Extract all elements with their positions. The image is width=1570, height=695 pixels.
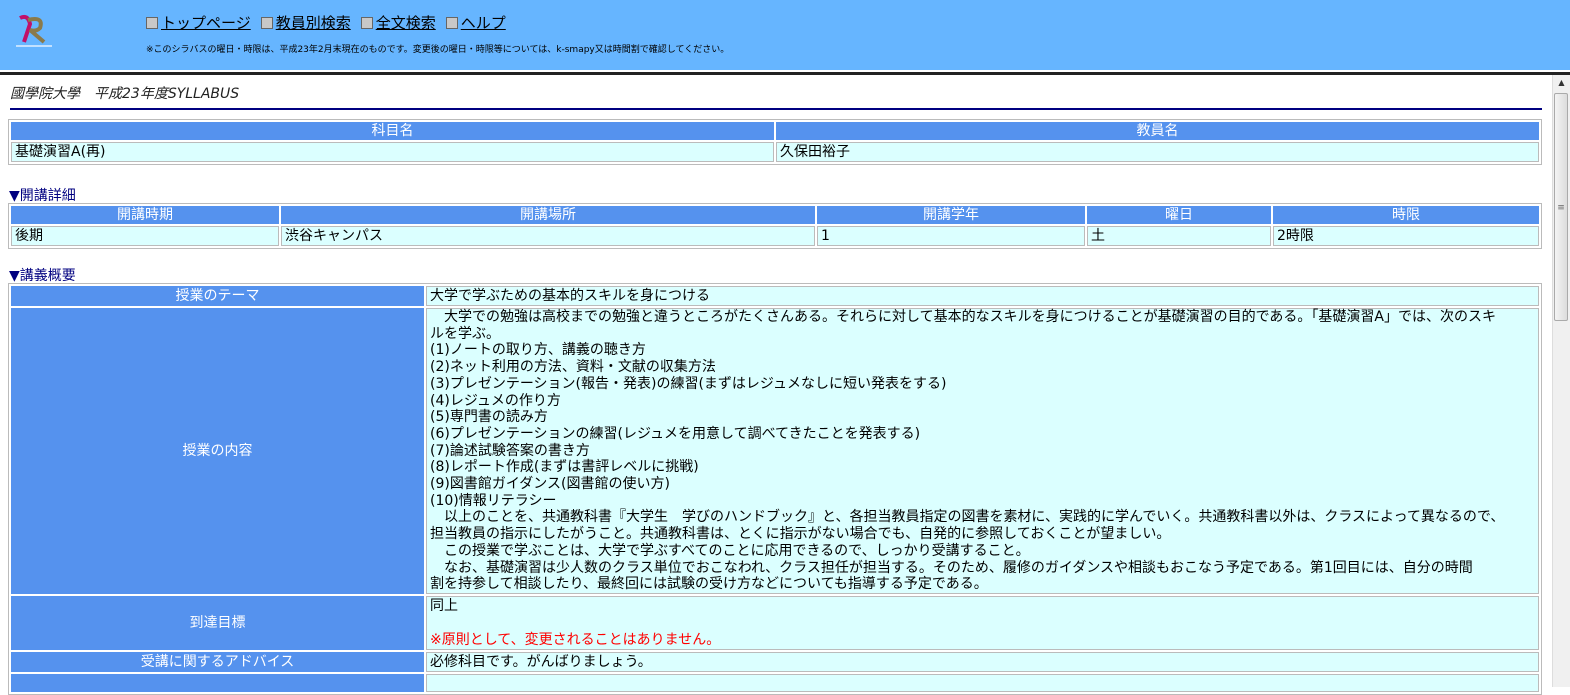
content-line: なお、基礎演習は少人数のクラス単位でおこなわれ、クラス担任が担当する。そのため、… <box>430 559 1473 576</box>
period-value: 2時限 <box>1273 226 1539 246</box>
header-campus: 開講場所 <box>281 206 815 224</box>
header-teacher-name: 教員名 <box>776 122 1539 140</box>
nav-fulltext-search[interactable]: 全文検索 <box>360 12 436 33</box>
course-table: 科目名 教員名 基礎演習A(再) 久保田裕子 <box>8 119 1542 165</box>
content-line: (6)プレゼンテーションの練習(レジュメを用意して調べてきたことを発表する) <box>430 425 921 442</box>
nav-teacher-search[interactable]: 教員別検索 <box>260 12 351 33</box>
content-line: ルを学ぶ。 <box>430 325 500 342</box>
campus-value: 渋谷キャンパス <box>281 226 815 246</box>
goal-text: 同上 <box>430 597 458 614</box>
content-line: (10)情報リテラシー <box>430 492 557 509</box>
header-note: ※このシラバスの曜日・時限は、平成23年2月末現在のものです。変更後の曜日・時限… <box>146 45 730 55</box>
theme-label: 授業のテーマ <box>11 286 424 306</box>
content-line: (8)レポート作成(まずは書評レベルに挑戦) <box>430 459 699 476</box>
nav-top-page[interactable]: トップページ <box>146 12 251 33</box>
content-line: (7)論述試験答案の書き方 <box>430 442 590 459</box>
advice-label: 受講に関するアドバイス <box>11 651 424 672</box>
content-line: (5)専門書の読み方 <box>430 409 548 426</box>
content-line: (3)プレゼンテーション(報告・発表)の練習(まずはレジュメなしに短い発表をする… <box>430 375 947 392</box>
square-bullet-icon <box>360 16 373 29</box>
square-bullet-icon <box>445 16 458 29</box>
square-bullet-icon <box>146 16 158 29</box>
content-value: 大学での勉強は高校までの勉強と違うところがたくさんある。それらに対して基本的なス… <box>426 308 1539 594</box>
content-line: 大学での勉強は高校までの勉強と違うところがたくさんある。それらに対して基本的なス… <box>430 309 1497 325</box>
section-details-heading[interactable]: ▼開講詳細 <box>9 185 76 205</box>
details-table: 開講時期 開講場所 開講学年 曜日 時限 後期 渋谷キャンパス 1 土 2時限 <box>8 203 1542 249</box>
site-header: トップページ 教員別検索 全文検索 ヘルプ ※このシラバスの曜日・時限は、平成2… <box>0 0 1570 70</box>
content-line: (2)ネット利用の方法、資料・文献の収集方法 <box>430 359 716 376</box>
goal-value: 同上 ※原則として、変更されることはありません。 <box>426 595 1539 650</box>
content-line: 割を持参して相談したり、最終回には試験の受け方などについても指導する予定である。 <box>430 576 988 593</box>
top-nav: トップページ 教員別検索 全文検索 ヘルプ <box>146 12 506 33</box>
theme-value: 大学で学ぶための基本的スキルを身につける <box>426 286 1539 306</box>
divider <box>10 108 1542 110</box>
scrollbar-thumb[interactable]: ≡ <box>1554 93 1568 321</box>
nav-label: トップページ <box>161 14 251 32</box>
nav-help[interactable]: ヘルプ <box>445 12 506 33</box>
overview-table: 授業のテーマ 大学で学ぶための基本的スキルを身につける 授業の内容 大学での勉強は… <box>8 283 1542 695</box>
next-row-label <box>11 673 424 692</box>
content-line: (1)ノートの取り方、講義の聴き方 <box>430 342 646 359</box>
header-day: 曜日 <box>1087 206 1271 224</box>
year-value: 1 <box>817 226 1085 246</box>
vertical-scrollbar[interactable]: ▲ ≡ <box>1552 75 1570 687</box>
next-row-value <box>426 673 1539 692</box>
advice-value: 必修科目です。がんばりましょう。 <box>426 651 1539 672</box>
nav-label: 全文検索 <box>375 14 436 32</box>
term-value: 後期 <box>11 226 279 246</box>
scroll-up-icon[interactable]: ▲ <box>1553 75 1570 91</box>
content-line: (4)レジュメの作り方 <box>430 392 561 409</box>
header-term: 開講時期 <box>11 206 279 224</box>
goal-label: 到達目標 <box>11 595 424 650</box>
header-year: 開講学年 <box>817 206 1085 224</box>
content-label: 授業の内容 <box>11 308 424 594</box>
header-course-name: 科目名 <box>11 122 774 140</box>
nav-label: 教員別検索 <box>275 14 351 32</box>
content-line: この授業で学ぶことは、大学で学ぶすべてのことに応用できるので、しっかり受講するこ… <box>430 542 1030 559</box>
content-line: 担当教員の指示にしたがうこと。共通教科書は、とくに指示がない場合でも、自発的に参… <box>430 526 1171 543</box>
course-name: 基礎演習A(再) <box>11 142 774 162</box>
section-overview-heading[interactable]: ▼講義概要 <box>9 265 76 285</box>
university-logo[interactable] <box>14 12 54 50</box>
page-title: 國學院大學 平成23年度SYLLABUS <box>10 86 240 102</box>
header-period: 時限 <box>1273 206 1539 224</box>
day-value: 土 <box>1087 226 1271 246</box>
teacher-name: 久保田裕子 <box>776 142 1539 162</box>
nav-label: ヘルプ <box>460 14 506 32</box>
square-bullet-icon <box>260 16 273 29</box>
goal-note: ※原則として、変更されることはありません。 <box>430 631 721 648</box>
content-line: 以上のことを、共通教科書『大学生 学びのハンドブック』と、各担当教員指定の図書を… <box>430 509 1505 526</box>
content-line: (9)図書館ガイダンス(図書館の使い方) <box>430 476 670 493</box>
